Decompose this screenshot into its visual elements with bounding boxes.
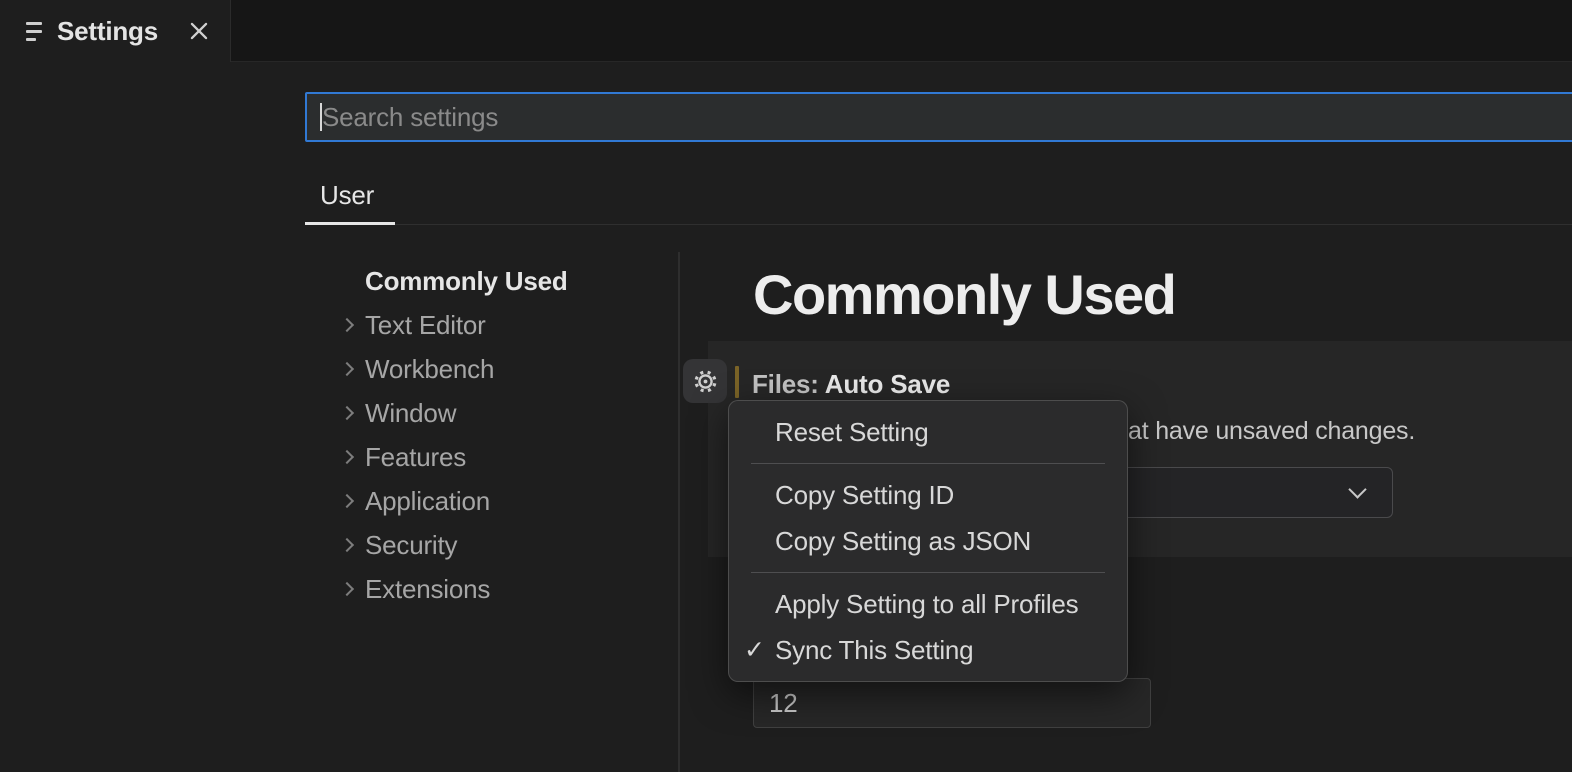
toc-item-label: Extensions: [365, 574, 490, 605]
number-setting-input[interactable]: [753, 678, 1151, 728]
toc-item-extensions[interactable]: Extensions: [342, 567, 662, 611]
toc-item-text-editor[interactable]: Text Editor: [342, 303, 662, 347]
settings-tab[interactable]: Settings: [0, 0, 231, 62]
setting-context-menu: Reset Setting Copy Setting ID Copy Setting…: [728, 400, 1128, 682]
modified-indicator: [735, 366, 739, 398]
tab-user[interactable]: User: [320, 180, 374, 211]
check-icon: ✓: [744, 627, 770, 673]
scope-tabs-divider: [305, 224, 1572, 225]
chevron-right-icon: [342, 408, 365, 418]
toc-item-label: Workbench: [365, 354, 494, 385]
menu-item-label: Copy Setting as JSON: [775, 526, 1031, 556]
toc-main-divider: [678, 252, 680, 772]
menu-item-label: Copy Setting ID: [775, 480, 954, 510]
chevron-right-icon: [342, 364, 365, 374]
settings-tune-icon: [26, 22, 43, 41]
menu-separator: [751, 463, 1105, 464]
setting-title: Files: Auto Save: [752, 369, 950, 400]
search-input[interactable]: [307, 94, 1572, 140]
editor-tab-bar: Settings: [0, 0, 1572, 62]
toc-item-label: Commonly Used: [365, 266, 568, 297]
tab-title: Settings: [57, 16, 186, 47]
menu-item-copy-setting-as-json[interactable]: Copy Setting as JSON: [729, 518, 1127, 564]
settings-search-box: [305, 92, 1572, 142]
user-tab-active-underline: [305, 222, 395, 225]
close-tab-button[interactable]: [186, 18, 212, 44]
toc-item-label: Text Editor: [365, 310, 486, 341]
menu-item-apply-setting-to-all-profiles[interactable]: Apply Setting to all Profiles: [729, 581, 1127, 627]
toc-item-commonly-used[interactable]: Commonly Used: [342, 259, 662, 303]
menu-item-copy-setting-id[interactable]: Copy Setting ID: [729, 472, 1127, 518]
menu-separator: [751, 572, 1105, 573]
toc-item-security[interactable]: Security: [342, 523, 662, 567]
setting-name-label: Auto Save: [825, 369, 950, 399]
chevron-right-icon: [342, 540, 365, 550]
menu-item-label: Reset Setting: [775, 417, 929, 447]
menu-item-sync-this-setting[interactable]: ✓Sync This Setting: [729, 627, 1127, 673]
chevron-down-icon: [1348, 480, 1366, 498]
toc-item-workbench[interactable]: Workbench: [342, 347, 662, 391]
toc-item-application[interactable]: Application: [342, 479, 662, 523]
chevron-right-icon: [342, 496, 365, 506]
menu-item-label: Sync This Setting: [775, 635, 973, 665]
text-cursor: [320, 103, 322, 131]
settings-toc: Commonly Used Text Editor Workbench Window F…: [342, 259, 662, 611]
chevron-right-icon: [342, 320, 365, 330]
setting-description: at have unsaved changes.: [1128, 417, 1415, 446]
close-icon: [190, 22, 208, 40]
vscode-settings-window: Settings User Commonly Used Text Editor Wo…: [0, 0, 1572, 772]
toc-item-window[interactable]: Window: [342, 391, 662, 435]
toc-item-label: Window: [365, 398, 456, 429]
chevron-right-icon: [342, 452, 365, 462]
setting-category-label: Files:: [752, 369, 825, 399]
menu-item-reset-setting[interactable]: Reset Setting: [729, 409, 1127, 455]
gear-icon: [692, 368, 719, 395]
setting-gear-button[interactable]: [683, 359, 727, 403]
toc-item-label: Features: [365, 442, 466, 473]
toc-item-label: Application: [365, 486, 490, 517]
menu-item-label: Apply Setting to all Profiles: [775, 589, 1078, 619]
toc-item-label: Security: [365, 530, 457, 561]
chevron-right-icon: [342, 584, 365, 594]
page-title: Commonly Used: [753, 262, 1175, 327]
toc-item-features[interactable]: Features: [342, 435, 662, 479]
